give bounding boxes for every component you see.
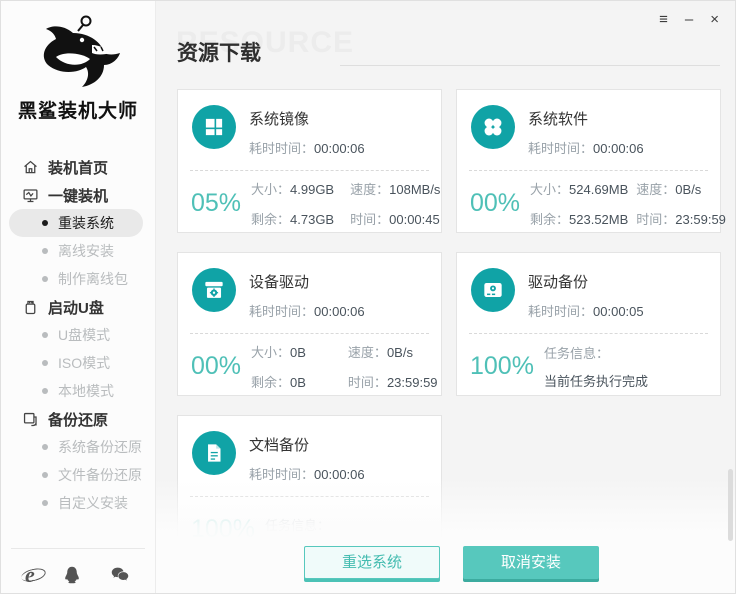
- card-title: 文档备份: [249, 437, 310, 454]
- app-logo: 黑鲨装机大师: [1, 1, 155, 123]
- sidebar-item-make-offline-pack[interactable]: 制作离线包: [1, 265, 155, 293]
- bullet-icon: [42, 276, 48, 282]
- home-icon: [24, 160, 37, 173]
- close-icon[interactable]: ×: [710, 10, 719, 30]
- card-device-driver: 设备驱动 耗时时间：00:00:06 00% 大小：0B 速度：0B/s 剩余：…: [177, 252, 442, 396]
- window-controls: ≡ – ×: [659, 10, 719, 30]
- card-system-image: 系统镜像 耗时时间：00:00:06 05% 大小：4.99GB 速度：108M…: [177, 89, 442, 233]
- elapsed-value: 00:00:06: [314, 304, 365, 319]
- qq-icon[interactable]: [61, 564, 83, 586]
- progress-percent: 100%: [191, 514, 255, 543]
- sidebar-item-usb-mode[interactable]: U盘模式: [1, 321, 155, 349]
- card-system-software: 系统软件 耗时时间：00:00:06 00% 大小：524.69MB 速度：0B…: [456, 89, 726, 233]
- sidebar-item-system-backup-restore[interactable]: 系统备份还原: [1, 433, 155, 461]
- cancel-install-button[interactable]: 取消安装: [463, 546, 599, 579]
- main-content: ≡ – × RESOURCE 资源下载 系统镜像 耗时时间：00:00:06 0…: [156, 1, 735, 593]
- elapsed-value: 00:00:05: [593, 304, 644, 319]
- speed-value: 108MB/s: [389, 181, 441, 197]
- sidebar-divider: [11, 548, 145, 549]
- time-value: 00:00:45: [389, 211, 440, 227]
- elapsed-value: 00:00:06: [314, 467, 365, 482]
- sidebar-item-offline-install[interactable]: 离线安装: [1, 237, 155, 265]
- remain-value: 0B: [290, 374, 306, 390]
- one-click-icon: [23, 188, 38, 202]
- card-title: 系统镜像: [249, 111, 310, 128]
- driver-box-icon: [192, 268, 236, 312]
- elapsed-value: 00:00:06: [314, 141, 365, 156]
- progress-percent: 00%: [191, 351, 242, 380]
- sidebar-item-one-click[interactable]: 一键装机: [1, 181, 155, 209]
- sidebar-item-local-mode[interactable]: 本地模式: [1, 377, 155, 405]
- minimize-icon[interactable]: –: [685, 10, 693, 30]
- windows-icon: [192, 105, 236, 149]
- reselect-system-button[interactable]: 重选系统: [304, 546, 440, 579]
- bullet-icon: [42, 248, 48, 254]
- title-underline: [340, 65, 720, 66]
- sidebar-item-home[interactable]: 装机首页: [1, 153, 155, 181]
- remain-value: 523.52MB: [569, 211, 629, 227]
- sidebar-item-iso-mode[interactable]: ISO模式: [1, 349, 155, 377]
- time-value: 23:59:59: [675, 211, 726, 227]
- progress-percent: 05%: [191, 188, 242, 217]
- sidebar-item-backup-restore[interactable]: 备份还原: [1, 405, 155, 433]
- bullet-icon: [42, 360, 48, 366]
- size-value: 0B: [290, 344, 306, 360]
- card-title: 系统软件: [528, 111, 589, 128]
- card-title: 驱动备份: [528, 274, 589, 291]
- speed-value: 0B/s: [386, 344, 413, 360]
- card-document-backup: 文档备份 耗时时间：00:00:06 100% 任务信息：: [177, 415, 442, 559]
- sidebar-footer: e: [1, 564, 155, 586]
- backup-icon: [23, 412, 37, 426]
- wechat-icon[interactable]: [109, 564, 131, 586]
- bullet-icon: [42, 444, 48, 450]
- size-value: 4.99GB: [290, 181, 335, 197]
- bullet-icon: [42, 332, 48, 338]
- time-value: 23:59:59: [386, 374, 438, 390]
- sidebar-nav: 装机首页 一键装机 重装系统 离线安装 制作离线包 启动U盘 U盘模式 ISO模…: [1, 153, 155, 517]
- resource-cards: 系统镜像 耗时时间：00:00:06 05% 大小：4.99GB 速度：108M…: [177, 89, 726, 559]
- scrollbar-thumb[interactable]: [728, 469, 733, 541]
- remain-value: 4.73GB: [290, 211, 335, 227]
- progress-percent: 100%: [470, 351, 534, 380]
- sidebar-item-custom-install[interactable]: 自定义安装: [1, 489, 155, 517]
- page-title: 资源下载: [177, 42, 261, 65]
- elapsed-label: 耗时时间：: [249, 141, 315, 156]
- app-window: 黑鲨装机大师 装机首页 一键装机 重装系统 离线安装 制作离线包 启动U盘 U盘…: [0, 0, 736, 594]
- bullet-icon: [42, 388, 48, 394]
- usb-icon: [25, 300, 36, 314]
- task-info-label: 任务信息：: [264, 518, 330, 533]
- bullet-icon: [42, 500, 48, 506]
- task-info-label: 任务信息：: [543, 345, 609, 361]
- card-title: 设备驱动: [249, 274, 310, 291]
- elapsed-value: 00:00:06: [593, 141, 644, 156]
- card-driver-backup: 驱动备份 耗时时间：00:00:05 100% 任务信息： 当前任务执行完成: [456, 252, 721, 396]
- task-status: 当前任务执行完成: [543, 373, 648, 389]
- app-title: 黑鲨装机大师: [17, 101, 138, 122]
- progress-percent: 00%: [470, 188, 521, 217]
- bullet-icon: [42, 472, 48, 478]
- size-value: 524.69MB: [569, 181, 629, 197]
- sidebar-item-reinstall-system[interactable]: 重装系统: [9, 209, 143, 237]
- sidebar: 黑鲨装机大师 装机首页 一键装机 重装系统 离线安装 制作离线包 启动U盘 U盘…: [1, 1, 156, 593]
- sidebar-item-file-backup-restore[interactable]: 文件备份还原: [1, 461, 155, 489]
- speed-value: 0B/s: [675, 181, 702, 197]
- hard-drive-icon: [471, 268, 515, 312]
- sidebar-item-boot-usb[interactable]: 启动U盘: [1, 293, 155, 321]
- apps-icon: [471, 105, 515, 149]
- shark-logo-icon: [43, 15, 120, 88]
- menu-icon[interactable]: ≡: [659, 10, 668, 30]
- document-icon: [192, 431, 236, 475]
- ie-icon[interactable]: e: [25, 564, 35, 586]
- bullet-icon: [42, 220, 48, 226]
